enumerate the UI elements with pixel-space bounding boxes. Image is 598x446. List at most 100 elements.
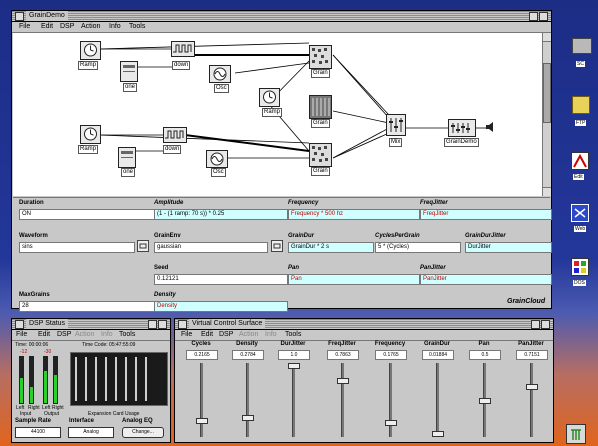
graindurjitter-field[interactable]: DurJitter xyxy=(465,242,552,253)
menu-dsp[interactable]: DSP xyxy=(219,330,233,340)
frequency-field[interactable]: Frequency * 500 hz xyxy=(288,209,420,220)
scroll-down-icon[interactable] xyxy=(543,187,551,196)
trash-icon[interactable] xyxy=(566,424,586,444)
slider-thumb[interactable] xyxy=(288,363,300,369)
cyclespergrain-field[interactable]: 5 * (Cycles) xyxy=(375,242,461,253)
slider-track[interactable] xyxy=(341,363,344,437)
slider-value[interactable]: 0.7863 xyxy=(327,350,359,360)
close-box-icon[interactable] xyxy=(15,320,24,329)
graindur-field[interactable]: GrainDur * 2 s xyxy=(288,242,374,253)
menu-edit[interactable]: Edit xyxy=(38,330,50,340)
zoom-box-icon[interactable] xyxy=(529,12,538,21)
slider-thumb[interactable] xyxy=(479,397,491,404)
menu-tools[interactable]: Tools xyxy=(119,330,135,340)
slider-thumb[interactable] xyxy=(385,419,397,426)
canvas-scrollbar[interactable] xyxy=(542,33,551,196)
osc-module[interactable] xyxy=(209,65,231,83)
slider-value[interactable]: 1.0 xyxy=(278,350,310,360)
patch-canvas[interactable]: Ramp one down Osc Grain Ramp Grain Ramp … xyxy=(13,33,542,196)
slider-value[interactable]: 0.2165 xyxy=(186,350,218,360)
interface-select[interactable]: Analog xyxy=(68,427,114,438)
menu-tools[interactable]: Tools xyxy=(129,22,145,32)
desktop-icon-label: SC xyxy=(576,61,585,67)
slider-track[interactable] xyxy=(292,363,295,437)
panjitter-field[interactable]: PanJitter xyxy=(420,274,552,285)
one-module[interactable] xyxy=(118,147,136,168)
slider-value[interactable]: 0.1765 xyxy=(375,350,407,360)
waveform-browse-icon[interactable] xyxy=(137,240,149,252)
collapse-box-icon[interactable] xyxy=(539,12,548,21)
amplitude-field[interactable]: (1 - (1 ramp: 70 s)) * 0.25 xyxy=(154,209,288,220)
menu-info[interactable]: Info xyxy=(265,330,277,340)
slider-track[interactable] xyxy=(200,363,203,437)
grain-module[interactable] xyxy=(309,45,332,69)
slider-value[interactable]: 0.5 xyxy=(469,350,501,360)
slider-value[interactable]: 0.01884 xyxy=(422,350,454,360)
menu-dsp[interactable]: DSP xyxy=(57,330,71,340)
scroll-up-icon[interactable] xyxy=(543,33,551,42)
seed-field[interactable]: 0.12121 xyxy=(154,274,288,285)
slider-track[interactable] xyxy=(436,363,439,437)
density-field[interactable]: Density xyxy=(154,301,288,312)
slider-track[interactable] xyxy=(246,363,249,437)
zoom-box-icon[interactable] xyxy=(148,320,157,329)
menu-edit[interactable]: Edit xyxy=(201,330,213,340)
sample-rate-select[interactable]: 44100 xyxy=(15,427,61,438)
slider-track[interactable] xyxy=(389,363,392,437)
menu-info[interactable]: Info xyxy=(109,22,121,32)
collapse-box-icon[interactable] xyxy=(158,320,167,329)
slider-value[interactable]: 0.7151 xyxy=(516,350,548,360)
zoom-box-icon[interactable] xyxy=(531,320,540,329)
slider-thumb[interactable] xyxy=(242,414,254,421)
desktop-icon-edit[interactable]: Edit xyxy=(570,152,596,192)
desktop-icon-sc[interactable]: SC xyxy=(570,38,596,74)
grainenv-field[interactable]: gaussian xyxy=(154,242,268,253)
scroll-thumb[interactable] xyxy=(543,63,551,123)
mix-module[interactable] xyxy=(386,114,406,136)
window-titlebar[interactable]: DSP Status xyxy=(12,319,170,330)
grainenv-browse-icon[interactable] xyxy=(271,240,283,252)
analog-eq-change-button[interactable]: Change... xyxy=(122,427,164,438)
freqjitter-field[interactable]: FreqJitter xyxy=(420,209,552,220)
menu-action[interactable]: Action xyxy=(239,330,258,340)
grain-module[interactable] xyxy=(309,95,332,119)
one-module[interactable] xyxy=(120,61,138,82)
menu-file[interactable]: File xyxy=(16,330,27,340)
menu-dsp[interactable]: DSP xyxy=(60,22,74,32)
collapse-box-icon[interactable] xyxy=(541,320,550,329)
maxgrains-field[interactable]: 28 xyxy=(19,301,155,312)
close-box-icon[interactable] xyxy=(178,320,187,329)
desktop-icon-ftp[interactable]: FTP xyxy=(570,96,596,136)
pan-field[interactable]: Pan xyxy=(288,274,420,285)
window-titlebar[interactable]: Virtual Control Surface xyxy=(175,319,553,330)
ramp-module[interactable] xyxy=(80,125,101,144)
menu-edit[interactable]: Edit xyxy=(41,22,53,32)
window-titlebar[interactable]: GrainDemo xyxy=(12,11,551,22)
duration-field[interactable]: ON xyxy=(19,209,155,220)
menu-action[interactable]: Action xyxy=(75,330,94,340)
menu-info[interactable]: Info xyxy=(101,330,113,340)
desktop-icon-dos[interactable]: DOS xyxy=(570,258,596,298)
slider-thumb[interactable] xyxy=(432,430,444,437)
node-label: Osc xyxy=(211,168,226,177)
menu-tools[interactable]: Tools xyxy=(285,330,301,340)
slider-thumb[interactable] xyxy=(337,378,349,385)
menu-action[interactable]: Action xyxy=(81,22,100,32)
slider-thumb[interactable] xyxy=(196,418,208,425)
ramp-module[interactable] xyxy=(80,41,101,60)
grain-module[interactable] xyxy=(309,143,332,167)
waveform-field[interactable]: sins xyxy=(19,242,135,253)
osc-module[interactable] xyxy=(206,150,228,168)
slider-track[interactable] xyxy=(530,363,533,437)
close-box-icon[interactable] xyxy=(15,12,24,21)
down-module[interactable] xyxy=(171,41,195,57)
desktop-icon-web[interactable]: Web xyxy=(570,204,596,244)
menu-file[interactable]: File xyxy=(19,22,30,32)
down-module[interactable] xyxy=(163,127,187,143)
graindemo-output-module[interactable] xyxy=(448,119,476,137)
slider-value[interactable]: 0.2784 xyxy=(232,350,264,360)
slider-thumb[interactable] xyxy=(526,383,538,390)
node-label: Grain xyxy=(311,69,330,78)
ramp-module[interactable] xyxy=(259,88,280,107)
menu-file[interactable]: File xyxy=(181,330,192,340)
